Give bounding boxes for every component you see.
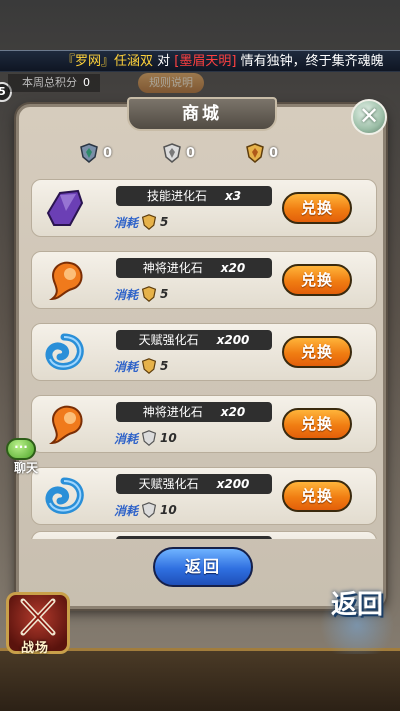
currency-bar: 0 0 0 — [79, 140, 325, 166]
item-name: 神将进化石 — [142, 261, 203, 275]
cost-label: 消耗 — [114, 359, 139, 374]
battle-label: 战场 — [21, 641, 50, 656]
gold-badge-icon — [141, 286, 157, 302]
week-score-value: 0 — [83, 76, 90, 89]
exchange-button[interactable]: 兑换 — [282, 264, 352, 296]
item-name-bar: 技能进化石 x3 — [116, 186, 272, 206]
item-name: 神将进化石 — [142, 405, 203, 419]
currency-silver: 0 — [79, 143, 159, 163]
item-cost: 消耗 10 — [114, 500, 177, 520]
currency-white-value: 0 — [186, 145, 196, 161]
week-score: 本周总积分 0 — [8, 74, 100, 92]
exchange-button[interactable]: 兑换 — [282, 192, 352, 224]
blue-swirl-icon — [45, 477, 84, 514]
cost-label: 消耗 — [114, 503, 139, 518]
currency-white: 0 — [162, 143, 242, 163]
item-name-bar — [116, 536, 272, 539]
white-badge-icon — [141, 430, 157, 446]
bottom-bar — [0, 648, 400, 711]
item-qty: x20 — [220, 261, 246, 275]
shop-item: 天赋强化石 x200 消耗 5 兑换 — [31, 323, 377, 381]
marquee-text: 对 — [153, 54, 175, 69]
item-name: 天赋强化石 — [138, 477, 199, 491]
cost-value: 5 — [160, 359, 169, 373]
item-qty: x20 — [220, 405, 246, 419]
exchange-button[interactable]: 兑换 — [282, 336, 352, 368]
currency-silver-value: 0 — [103, 145, 113, 161]
item-qty: x3 — [224, 189, 242, 203]
purple-crystal-icon — [46, 189, 84, 226]
shop-modal: 商城 ✕ 0 0 0 技能进化石 x3 消耗 5 兑换 神将进化石 x20 消耗… — [16, 97, 387, 609]
currency-gold: 0 — [245, 143, 325, 163]
shop-item: 技能进化石 x3 消耗 5 兑换 — [31, 179, 377, 237]
battle-button[interactable]: 战场 — [6, 592, 70, 656]
shop-item: 神将进化石 x20 消耗 10 兑换 — [31, 395, 377, 453]
gold-badge-icon — [141, 214, 157, 230]
item-cost: 消耗 10 — [114, 428, 177, 448]
silver-badge-icon — [80, 143, 98, 163]
rules-button[interactable]: 规则说明 — [138, 73, 204, 93]
marquee-text-tail: 情有独钟，终于集齐魂魄 — [236, 54, 384, 69]
white-badge-icon — [163, 143, 181, 163]
chat-button[interactable]: ··· 聊天 — [2, 438, 48, 478]
cost-value: 10 — [160, 431, 177, 445]
item-name-bar: 天赋强化石 x200 — [116, 330, 272, 350]
shop-title: 商城 — [127, 97, 277, 131]
gold-badge-icon — [246, 143, 264, 163]
exchange-button[interactable]: 兑换 — [282, 408, 352, 440]
blue-swirl-icon — [45, 333, 84, 370]
item-name: 天赋强化石 — [138, 333, 199, 347]
shop-item: 天赋强化石 x200 消耗 10 兑换 — [31, 467, 377, 525]
white-badge-icon — [141, 502, 157, 518]
cost-label: 消耗 — [114, 287, 139, 302]
cost-value: 10 — [160, 503, 177, 517]
item-name-bar: 神将进化石 x20 — [116, 402, 272, 422]
shop-item: 神将进化石 x20 消耗 5 兑换 — [31, 251, 377, 309]
return-main-label: 返回 — [330, 590, 383, 620]
return-main-button[interactable]: 返回 — [318, 590, 396, 654]
orange-magatama-icon — [48, 261, 83, 301]
back-button[interactable]: 返回 — [153, 547, 253, 587]
shop-item-list[interactable]: 技能进化石 x3 消耗 5 兑换 神将进化石 x20 消耗 5 兑换 天赋强化石… — [31, 179, 377, 539]
cost-value: 5 — [160, 215, 169, 229]
item-cost: 消耗 5 — [114, 212, 168, 232]
cost-label: 消耗 — [114, 215, 139, 230]
item-qty: x200 — [216, 477, 250, 491]
cost-label: 消耗 — [114, 431, 139, 446]
shop-item-partial — [31, 531, 377, 539]
close-icon: ✕ — [358, 102, 380, 130]
item-name-bar: 天赋强化石 x200 — [116, 474, 272, 494]
currency-gold-value: 0 — [269, 145, 279, 161]
chat-bubble-icon: ··· — [6, 438, 36, 460]
week-score-label: 本周总积分 — [22, 76, 77, 89]
gold-badge-icon — [141, 358, 157, 374]
crossed-swords-icon — [20, 598, 56, 636]
item-cost: 消耗 5 — [114, 284, 168, 304]
marquee-faction: 『罗网』 — [62, 54, 115, 69]
item-cost: 消耗 5 — [114, 356, 168, 376]
chat-label: 聊天 — [14, 461, 39, 475]
broadcast-marquee: 『罗网』任涵双 对 [墨眉天明] 情有独钟，终于集齐魂魄 — [0, 50, 400, 72]
exchange-button[interactable]: 兑换 — [282, 480, 352, 512]
marquee-player: 任涵双 — [114, 54, 154, 69]
cost-value: 5 — [160, 287, 169, 301]
close-button[interactable]: ✕ — [351, 99, 387, 135]
item-name-bar: 神将进化石 x20 — [116, 258, 272, 278]
marquee-hero: [墨眉天明] — [174, 54, 237, 69]
item-qty: x200 — [216, 333, 250, 347]
item-name: 技能进化石 — [146, 189, 207, 203]
